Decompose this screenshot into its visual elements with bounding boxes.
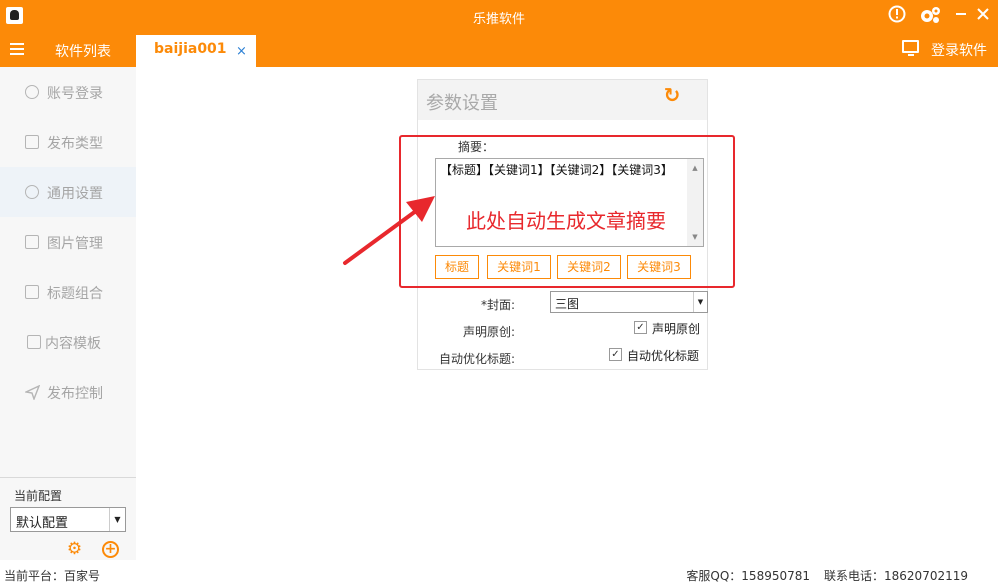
sidebar-item-general-settings[interactable]: 通用设置 — [0, 167, 136, 217]
chevron-down-icon: ▼ — [109, 508, 125, 531]
add-config-plus-icon[interactable]: + — [102, 541, 119, 558]
hamburger-menu-icon[interactable] — [10, 43, 24, 55]
template-icon — [27, 335, 41, 349]
declare-original-checkbox-label: 声明原创 — [652, 322, 701, 336]
tab-close-icon[interactable]: × — [236, 44, 247, 59]
scroll-down-icon[interactable]: ▼ — [687, 230, 703, 244]
sidebar-item-image-management[interactable]: 图片管理 — [0, 217, 136, 267]
current-platform: 当前平台：百家号 — [4, 569, 101, 583]
summary-value: 【标题】【关键词1】【关键词2】【关键词3】 — [440, 163, 673, 177]
auto-optimize-checkbox[interactable]: ✓ — [609, 348, 622, 361]
insert-keyword3-button[interactable]: 关键词3 — [627, 255, 691, 279]
annotation-text: 此处自动生成文章摘要 — [466, 209, 666, 233]
service-qq: 客服QQ：158950781 — [686, 569, 811, 583]
minimize-icon[interactable] — [950, 5, 972, 27]
sidebar-item-label: 图片管理 — [47, 236, 103, 252]
sidebar-item-label: 账号登录 — [47, 86, 103, 102]
insert-keyword2-button[interactable]: 关键词2 — [557, 255, 621, 279]
document-icon — [25, 285, 39, 299]
current-config-label: 当前配置 — [14, 489, 63, 503]
panel-header: 参数设置 ↻ — [418, 80, 707, 120]
summary-scrollbar[interactable]: ▲ ▼ — [687, 159, 703, 246]
sidebar-item-label: 发布控制 — [47, 386, 103, 402]
sidebar-item-content-template[interactable]: 内容模板 — [0, 317, 136, 367]
sidebar-item-label: 通用设置 — [47, 186, 103, 202]
login-software-label: 登录软件 — [931, 43, 987, 59]
sidebar-item-label: 发布类型 — [47, 136, 103, 152]
sidebar-item-title-combination[interactable]: 标题组合 — [0, 267, 136, 317]
close-window-icon[interactable] — [972, 5, 994, 27]
gear-icon — [25, 185, 39, 199]
user-icon — [25, 85, 39, 99]
summary-label: 摘要： — [458, 140, 495, 154]
chevron-down-icon: ▼ — [693, 292, 707, 312]
cover-select[interactable]: 三图 ▼ — [550, 291, 708, 313]
auto-optimize-checkbox-label: 自动优化标题 — [627, 349, 700, 363]
insert-keyword1-button[interactable]: 关键词1 — [487, 255, 551, 279]
insert-title-button[interactable]: 标题 — [435, 255, 479, 279]
cover-label: *封面: — [481, 298, 516, 312]
software-list-button[interactable]: 软件列表 — [55, 41, 111, 61]
declare-original-label: 声明原创: — [463, 325, 516, 339]
app-logo-icon — [6, 7, 23, 24]
declare-original-checkbox[interactable]: ✓ — [634, 321, 647, 334]
config-select-value: 默认配置 — [16, 516, 69, 531]
auto-optimize-label: 自动优化标题: — [439, 352, 516, 366]
list-icon — [25, 135, 39, 149]
send-icon — [23, 384, 41, 402]
sidebar-item-publish-type[interactable]: 发布类型 — [0, 117, 136, 167]
image-icon — [25, 235, 39, 249]
refresh-icon[interactable]: ↻ — [661, 84, 683, 106]
tab-baijia001[interactable]: baijia001 × — [136, 35, 256, 67]
tab-label: baijia001 — [154, 41, 227, 57]
window-title: 乐推软件 — [472, 12, 525, 27]
monitor-icon — [902, 40, 919, 56]
title-bar: 乐推软件 — [0, 0, 998, 33]
config-panel: 当前配置 默认配置 ▼ ⚙ + — [0, 477, 136, 560]
info-icon[interactable] — [886, 5, 908, 27]
contact-info: 客服QQ：158950781 联系电话：18620702119 — [672, 567, 968, 584]
contact-phone: 联系电话：18620702119 — [824, 569, 968, 583]
config-settings-gear-icon[interactable]: ⚙ — [66, 541, 83, 558]
scroll-up-icon[interactable]: ▲ — [687, 161, 703, 175]
panel-title: 参数设置 — [426, 93, 498, 114]
annotation-arrow-icon — [343, 196, 435, 265]
cover-select-value: 三图 — [555, 297, 580, 311]
sidebar-item-publish-control[interactable]: 发布控制 — [0, 367, 136, 417]
sidebar-item-account-login[interactable]: 账号登录 — [0, 67, 136, 117]
tab-bar: 软件列表 baijia001 × 登录软件 — [0, 33, 998, 67]
config-select[interactable]: 默认配置 ▼ — [10, 507, 126, 532]
sidebar-item-label: 标题组合 — [47, 286, 103, 302]
settings-gear-icon[interactable] — [919, 5, 941, 27]
sidebar-item-label: 内容模板 — [45, 336, 101, 352]
